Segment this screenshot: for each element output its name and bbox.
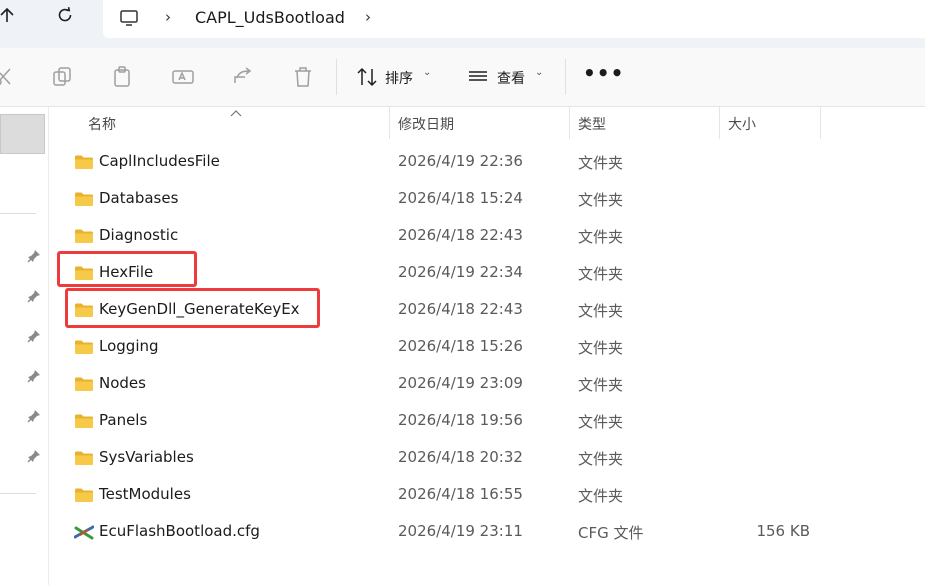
folder-icon — [74, 450, 94, 470]
file-name: Nodes — [99, 374, 146, 392]
sort-button[interactable]: 排序 — [385, 68, 413, 88]
share-icon[interactable] — [231, 65, 255, 89]
file-type: 文件夹 — [578, 154, 624, 172]
paste-icon[interactable] — [111, 65, 135, 89]
sort-ascending-icon — [230, 102, 242, 121]
pin-icon[interactable] — [27, 328, 41, 343]
up-arrow-icon[interactable] — [0, 6, 22, 30]
file-row[interactable]: Diagnostic 2026/4/18 22:43 文件夹 — [62, 217, 922, 254]
sort-icon[interactable] — [355, 65, 379, 89]
toolbar-divider — [565, 59, 566, 95]
file-row[interactable]: Databases 2026/4/18 15:24 文件夹 — [62, 180, 922, 217]
column-header-date[interactable]: 修改日期 — [398, 114, 454, 134]
file-date: 2026/4/18 15:24 — [398, 189, 523, 207]
computer-icon[interactable] — [119, 8, 139, 32]
file-name: Logging — [99, 337, 159, 355]
column-header-size[interactable]: 大小 — [728, 114, 756, 134]
file-date: 2026/4/18 15:26 — [398, 337, 523, 355]
nav-selected-item[interactable] — [0, 114, 45, 154]
file-name: SysVariables — [99, 448, 194, 466]
file-date: 2026/4/19 22:34 — [398, 263, 523, 281]
folder-icon — [74, 339, 94, 359]
file-type: 文件夹 — [578, 339, 624, 357]
file-type: 文件夹 — [578, 302, 624, 320]
file-name: Panels — [99, 411, 148, 429]
file-date: 2026/4/19 23:11 — [398, 522, 523, 540]
folder-icon — [74, 487, 94, 507]
file-name: EcuFlashBootload.cfg — [99, 522, 260, 540]
command-bar: 排序 ⌄ 查看 ⌄ ••• — [0, 48, 925, 107]
file-type: 文件夹 — [578, 413, 624, 431]
column-divider[interactable] — [719, 107, 720, 139]
refresh-icon[interactable] — [50, 6, 80, 30]
cut-icon[interactable] — [0, 65, 16, 89]
chevron-down-icon[interactable]: ⌄ — [423, 67, 431, 78]
pin-icon[interactable] — [27, 368, 41, 383]
highlight-box — [65, 288, 320, 328]
more-options-button[interactable]: ••• — [583, 61, 624, 85]
file-name: Diagnostic — [99, 226, 179, 244]
column-header-name[interactable]: 名称 — [88, 114, 116, 134]
file-date: 2026/4/19 23:09 — [398, 374, 523, 392]
file-type: 文件夹 — [578, 191, 624, 209]
canoe-config-icon — [73, 524, 95, 546]
pin-icon[interactable] — [27, 408, 41, 423]
column-header-type[interactable]: 类型 — [578, 114, 606, 134]
address-bar-area: › CAPL_UdsBootload › — [0, 0, 925, 48]
folder-icon — [74, 228, 94, 248]
file-size: 156 KB — [756, 522, 810, 540]
pin-icon[interactable] — [27, 288, 41, 303]
toolbar-divider — [336, 59, 337, 95]
file-date: 2026/4/19 22:36 — [398, 152, 523, 170]
file-date: 2026/4/18 20:32 — [398, 448, 523, 466]
nav-divider — [0, 213, 36, 214]
file-row[interactable]: TestModules 2026/4/18 16:55 文件夹 — [62, 476, 922, 513]
address-bar[interactable]: › CAPL_UdsBootload › — [103, 0, 925, 38]
file-date: 2026/4/18 22:43 — [398, 226, 523, 244]
folder-icon — [74, 191, 94, 211]
navigation-pane — [0, 107, 49, 585]
breadcrumb-separator[interactable]: › — [165, 8, 171, 26]
delete-icon[interactable] — [291, 65, 315, 89]
breadcrumb-folder[interactable]: CAPL_UdsBootload — [195, 8, 345, 27]
file-row[interactable]: Panels 2026/4/18 19:56 文件夹 — [62, 402, 922, 439]
folder-icon — [74, 154, 94, 174]
file-row[interactable]: Logging 2026/4/18 15:26 文件夹 — [62, 328, 922, 365]
nav-divider — [0, 493, 36, 494]
column-divider[interactable] — [389, 107, 390, 139]
highlight-box — [57, 251, 197, 287]
file-row[interactable]: Nodes 2026/4/19 23:09 文件夹 — [62, 365, 922, 402]
chevron-down-icon[interactable]: ⌄ — [535, 67, 543, 78]
file-name: TestModules — [99, 485, 191, 503]
rename-icon[interactable] — [171, 65, 195, 89]
folder-icon — [74, 376, 94, 396]
pin-icon[interactable] — [27, 448, 41, 463]
file-row[interactable]: CaplIncludesFile 2026/4/19 22:36 文件夹 — [62, 143, 922, 180]
file-type: CFG 文件 — [578, 524, 644, 542]
file-name: CaplIncludesFile — [99, 152, 220, 170]
file-name: Databases — [99, 189, 179, 207]
file-row[interactable]: EcuFlashBootload.cfg 2026/4/19 23:11 CFG… — [62, 513, 922, 550]
pin-icon[interactable] — [27, 248, 41, 263]
file-date: 2026/4/18 22:43 — [398, 300, 523, 318]
view-button[interactable]: 查看 — [497, 68, 525, 88]
file-type: 文件夹 — [578, 376, 624, 394]
file-type: 文件夹 — [578, 265, 624, 283]
breadcrumb-separator[interactable]: › — [365, 8, 371, 26]
file-row[interactable]: SysVariables 2026/4/18 20:32 文件夹 — [62, 439, 922, 476]
view-icon[interactable] — [467, 65, 491, 89]
file-type: 文件夹 — [578, 450, 624, 468]
folder-icon — [74, 413, 94, 433]
file-date: 2026/4/18 19:56 — [398, 411, 523, 429]
column-divider[interactable] — [569, 107, 570, 139]
file-type: 文件夹 — [578, 487, 624, 505]
column-divider[interactable] — [820, 107, 821, 139]
file-date: 2026/4/18 16:55 — [398, 485, 523, 503]
copy-icon[interactable] — [50, 65, 74, 89]
file-type: 文件夹 — [578, 228, 624, 246]
